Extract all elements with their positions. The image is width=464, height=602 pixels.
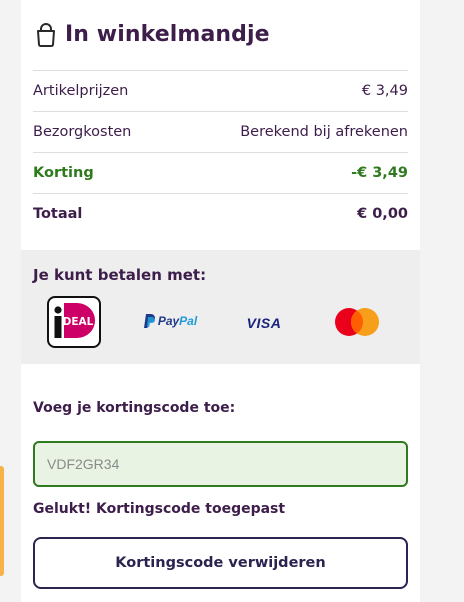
row-label: Bezorgkosten — [33, 124, 132, 140]
cart-header: In winkelmandje — [35, 22, 270, 47]
paypal-text-pay: Pay — [157, 314, 180, 328]
row-total: Totaal € 0,00 — [33, 194, 408, 234]
adjacent-panel-edge — [0, 466, 4, 576]
row-item-prices: Artikelprijzen € 3,49 — [33, 71, 408, 112]
row-value: € 0,00 — [357, 206, 408, 222]
payment-logos: DEAL PayPal VISA — [45, 296, 395, 350]
row-discount: Korting -€ 3,49 — [33, 153, 408, 194]
ideal-logo: DEAL — [45, 296, 103, 348]
visa-text: VISA — [246, 315, 282, 331]
discount-success-message: Gelukt! Kortingscode toegepast — [33, 501, 286, 517]
discount-code-section: Voeg je kortingscode toe: Gelukt! Kortin… — [21, 364, 420, 602]
ideal-text: DEAL — [63, 316, 94, 328]
discount-code-input[interactable] — [33, 441, 408, 487]
discount-code-label: Voeg je kortingscode toe: — [33, 400, 236, 416]
cart-summary: In winkelmandje Artikelprijzen € 3,49 Be… — [21, 0, 420, 250]
row-label: Totaal — [33, 206, 83, 222]
row-label: Korting — [33, 165, 94, 181]
shopping-bag-icon — [35, 22, 57, 47]
paypal-text: PayPal — [158, 314, 197, 328]
paypal-logo: PayPal — [137, 310, 203, 332]
row-label: Artikelprijzen — [33, 83, 129, 99]
paypal-text-pal: Pal — [179, 314, 198, 328]
mastercard-logo — [329, 306, 385, 338]
row-value: -€ 3,49 — [351, 165, 408, 181]
price-breakdown: Artikelprijzen € 3,49 Bezorgkosten Berek… — [33, 70, 408, 234]
visa-logo: VISA — [243, 312, 285, 334]
payment-methods: Je kunt betalen met: DEAL PayPal VISA — [21, 250, 420, 364]
row-value: Berekend bij afrekenen — [240, 124, 408, 140]
remove-discount-code-button[interactable]: Kortingscode verwijderen — [33, 537, 408, 589]
row-delivery-costs: Bezorgkosten Berekend bij afrekenen — [33, 112, 408, 153]
cart-title: In winkelmandje — [65, 22, 270, 47]
payment-title: Je kunt betalen met: — [33, 266, 207, 284]
row-value: € 3,49 — [361, 83, 408, 99]
